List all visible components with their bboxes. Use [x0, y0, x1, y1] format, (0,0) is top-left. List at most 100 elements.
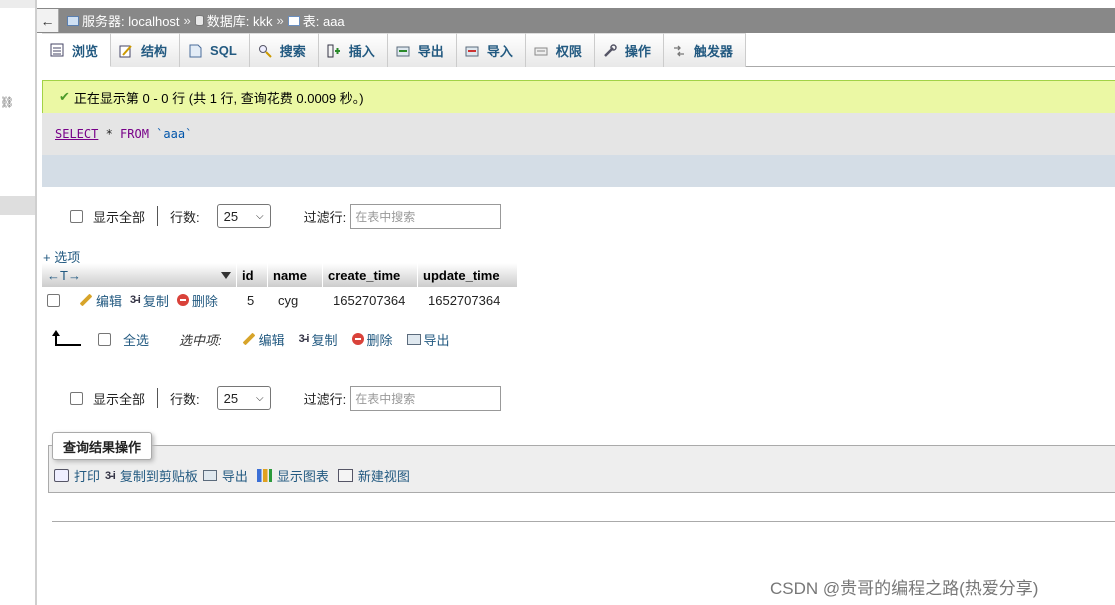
breadcrumb-table-label[interactable]: 表: aaa [303, 11, 345, 30]
copy-to-clipboard-link[interactable]: 复制到剪贴板 [120, 466, 198, 485]
bulk-edit-button[interactable]: 编辑 [242, 330, 285, 349]
create-view-link[interactable]: 新建视图 [358, 466, 410, 485]
cell-update-time[interactable]: 1652707364 [423, 287, 523, 313]
sql-from-keyword: FROM [120, 127, 149, 141]
back-button[interactable]: ← [37, 9, 59, 32]
tab-export-label[interactable]: 导出 [418, 41, 444, 60]
breadcrumb-table[interactable]: 表: aaa [287, 11, 345, 30]
row-edit-label[interactable]: 编辑 [96, 291, 122, 310]
browse-icon [50, 43, 64, 57]
copy-icon: 3-i [130, 294, 141, 306]
show-all-label[interactable]: 显示全部 [93, 389, 145, 408]
row-checkbox[interactable] [47, 293, 60, 307]
bulk-delete-label[interactable]: 删除 [367, 330, 393, 349]
tab-privileges-label[interactable]: 权限 [556, 41, 582, 60]
tab-insert[interactable]: 插入 [318, 33, 388, 67]
display-chart-link[interactable]: 显示图表 [277, 466, 329, 485]
check-all-label[interactable]: 全选 [123, 330, 149, 349]
breadcrumb-separator: » [183, 13, 191, 28]
bulk-edit-label[interactable]: 编辑 [259, 330, 285, 349]
row-edit-button[interactable]: 编辑 [79, 291, 122, 310]
cell-name[interactable]: cyg [273, 287, 328, 313]
filter-input[interactable]: 在表中搜索 [350, 385, 502, 411]
rows-select-value: 25 [223, 208, 239, 224]
checkmark-icon: ✔ [59, 89, 70, 104]
delete-icon [351, 333, 364, 345]
tab-search-label[interactable]: 搜索 [280, 41, 306, 60]
tab-import-label[interactable]: 导入 [487, 41, 513, 60]
bulk-export-button[interactable]: 导出 [406, 330, 450, 349]
tab-structure[interactable]: 结构 [111, 33, 181, 67]
row-copy-button[interactable]: 3-i 复制 [130, 291, 169, 310]
cell-id[interactable]: 5 [242, 287, 273, 313]
sort-dropdown-icon[interactable] [221, 271, 231, 279]
tab-sql[interactable]: SQL [180, 33, 250, 67]
new-view-icon [337, 469, 353, 482]
copy-icon: 3-i [298, 333, 310, 345]
bulk-export-label[interactable]: 导出 [424, 330, 450, 349]
export-icon [202, 470, 217, 481]
row-checkbox-cell [42, 287, 77, 313]
rows-select[interactable]: 25 ⌵ [216, 204, 271, 228]
tab-triggers[interactable]: 触发器 [663, 33, 746, 67]
chevron-down-icon: ⌵ [256, 210, 264, 222]
sql-select-keyword[interactable]: SELECT [55, 127, 98, 141]
tab-structure-label[interactable]: 结构 [141, 41, 167, 60]
sql-star: * [98, 127, 121, 141]
server-icon [67, 15, 79, 26]
bulk-actions: 全选 选中项: 编辑 3-i 复制 删除 导出 [52, 326, 458, 352]
tab-triggers-label[interactable]: 触发器 [694, 41, 733, 60]
column-header-name[interactable]: name [268, 263, 323, 287]
tab-insert-label[interactable]: 插入 [349, 41, 375, 60]
tab-search[interactable]: 搜索 [249, 33, 319, 67]
tab-browse-label[interactable]: 浏览 [72, 41, 98, 60]
top-edge [37, 0, 1115, 8]
show-all-label[interactable]: 显示全部 [93, 207, 145, 226]
print-link[interactable]: 打印 [74, 466, 100, 485]
structure-icon [119, 44, 133, 58]
tab-import[interactable]: 导入 [456, 33, 526, 67]
tab-browse[interactable]: 浏览 [42, 33, 112, 67]
column-header-update-time[interactable]: update_time [418, 263, 518, 287]
tab-operations[interactable]: 操作 [594, 33, 664, 67]
column-header-id[interactable]: id [237, 263, 268, 287]
show-all-checkbox[interactable] [70, 209, 83, 223]
bulk-copy-button[interactable]: 3-i 复制 [299, 330, 338, 349]
cell-create-time[interactable]: 1652707364 [328, 287, 423, 313]
success-message-text: 正在显示第 0 - 0 行 (共 1 行, 查询花费 0.0009 秒。) [73, 90, 364, 106]
breadcrumb-server[interactable]: 服务器: localhost [67, 11, 180, 30]
tab-bar: 浏览 结构 SQL 搜索 插入 导出 导入 权限 操作 触发器 [42, 33, 1115, 67]
tab-sql-label[interactable]: SQL [210, 43, 237, 58]
sql-table-name: `aaa` [148, 127, 193, 141]
export-link[interactable]: 导出 [222, 466, 248, 485]
breadcrumb-server-label[interactable]: 服务器: localhost [82, 11, 180, 30]
database-icon [194, 15, 204, 26]
rows-label: 行数: [170, 391, 200, 407]
breadcrumb-database[interactable]: 数据库: kkk [194, 11, 273, 30]
row-copy-label[interactable]: 复制 [143, 291, 169, 310]
filter-input[interactable]: 在表中搜索 [350, 203, 502, 229]
breadcrumb: ← 服务器: localhost » 数据库: kkk » 表: aaa [37, 8, 1115, 33]
chevron-down-icon: ⌵ [256, 392, 264, 404]
delete-icon [176, 294, 189, 306]
show-all-checkbox[interactable] [70, 391, 83, 405]
sql-query: SELECT * FROM `aaa` [55, 127, 192, 141]
privileges-icon [534, 44, 548, 58]
bottom-divider [52, 521, 1115, 522]
tab-operations-label[interactable]: 操作 [625, 41, 651, 60]
breadcrumb-database-label[interactable]: 数据库: kkk [207, 11, 273, 30]
copy-icon: 3-i [105, 469, 116, 482]
bulk-copy-label[interactable]: 复制 [312, 330, 338, 349]
link-chain-icon[interactable]: ⛓ [0, 96, 14, 109]
tab-privileges[interactable]: 权限 [525, 33, 595, 67]
column-arrows[interactable]: ←T→ [47, 268, 81, 283]
tab-export[interactable]: 导出 [387, 33, 457, 67]
check-all-checkbox[interactable] [98, 332, 111, 346]
rows-select[interactable]: 25 ⌵ [216, 386, 271, 410]
bulk-delete-button[interactable]: 删除 [351, 330, 393, 349]
query-results-operations-links: 打印 3-i 复制到剪贴板 导出 显示图表 新建视图 [54, 466, 410, 485]
filter-label: 过滤行: [303, 391, 347, 407]
row-delete-button[interactable]: 删除 [176, 291, 218, 310]
row-delete-label[interactable]: 删除 [192, 291, 218, 310]
column-header-create-time[interactable]: create_time [323, 263, 418, 287]
